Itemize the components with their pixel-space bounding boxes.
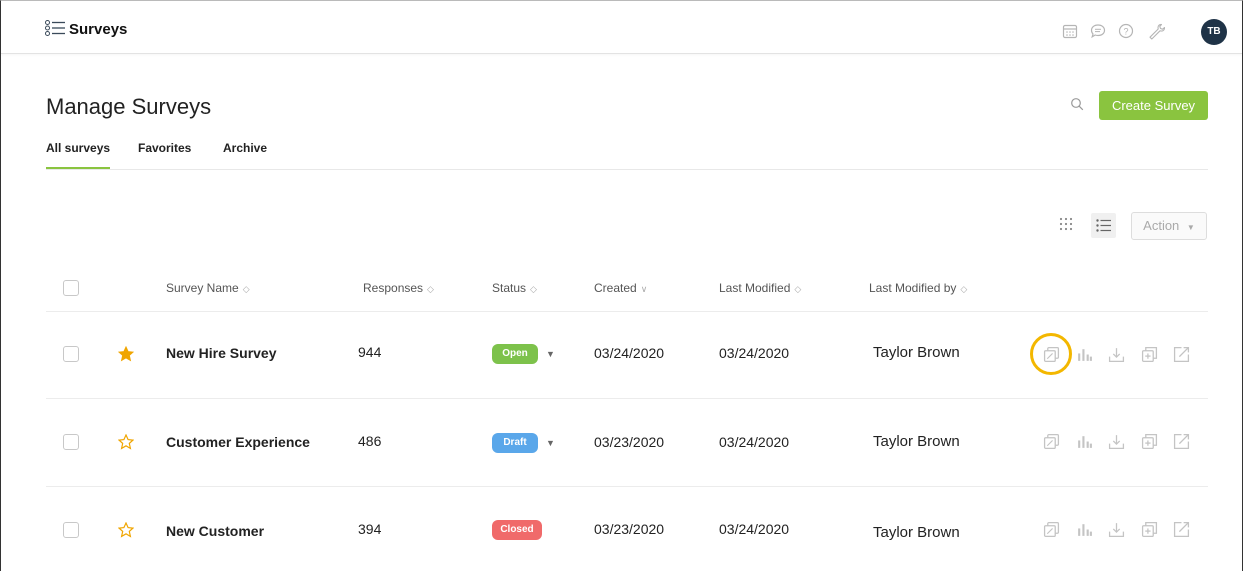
bar-chart-icon[interactable] [1076,346,1093,363]
col-header-created[interactable]: Created ∨ [594,281,647,295]
download-icon[interactable] [1108,433,1125,450]
modified-date: 03/24/2020 [719,521,790,537]
menu-list-icon[interactable] [45,20,65,36]
sort-icon: ◇ [960,284,968,294]
list-view-button[interactable] [1091,213,1116,238]
modified-date: 03/24/2020 [719,434,790,450]
col-header-last-modified-by[interactable]: Last Modified by ◇ [869,281,967,295]
col-header-last-modified[interactable]: Last Modified ◇ [719,281,801,295]
status-badge[interactable]: Closed [492,520,542,540]
select-all-checkbox[interactable] [63,280,79,296]
download-icon[interactable] [1108,521,1125,538]
tab-favorites[interactable]: Favorites [138,141,191,155]
active-tab-indicator [46,167,110,169]
chevron-down-icon[interactable]: ▼ [546,349,555,359]
top-bar: Surveys ? TB [1,1,1242,54]
bar-chart-icon[interactable] [1076,433,1093,450]
survey-name[interactable]: New Customer [166,523,264,539]
created-date: 03/23/2020 [594,521,665,537]
open-external-icon[interactable] [1173,346,1190,363]
grid-view-icon[interactable] [1058,216,1074,232]
svg-text:?: ? [1123,27,1128,37]
calendar-icon[interactable] [1062,23,1078,39]
sort-icon: ◇ [794,284,802,294]
user-avatar[interactable]: TB [1201,19,1227,45]
page-title: Manage Surveys [46,94,212,119]
copy-icon[interactable] [1043,433,1060,450]
add-icon[interactable] [1141,433,1158,450]
app-window: Surveys ? TB Manage Surveys Create Surve… [0,0,1243,571]
download-icon[interactable] [1108,346,1125,363]
action-dropdown[interactable]: Action ▼ [1131,212,1207,240]
modified-by: Taylor Brown [873,344,960,361]
star-icon[interactable] [118,522,134,538]
chevron-down-icon[interactable]: ▼ [546,438,555,448]
survey-name[interactable]: New Hire Survey [166,345,277,361]
sort-desc-icon: ∨ [640,284,648,294]
create-survey-button[interactable]: Create Survey [1099,91,1208,120]
list-view-icon [1096,219,1111,232]
row-checkbox[interactable] [63,522,79,538]
action-label: Action [1143,218,1180,233]
status-badge[interactable]: Draft [492,433,538,453]
modified-by: Taylor Brown [873,524,960,541]
app-title: Surveys [69,21,128,38]
col-header-survey-name[interactable]: Survey Name ◇ [166,281,250,295]
created-date: 03/24/2020 [594,345,665,361]
chat-icon[interactable] [1090,23,1106,39]
sort-icon: ◇ [242,284,250,294]
star-icon[interactable] [118,434,134,450]
chevron-down-icon: ▼ [1186,223,1195,232]
star-icon[interactable] [118,346,134,362]
col-header-status[interactable]: Status ◇ [492,281,537,295]
responses-count: 486 [358,433,382,449]
responses-count: 944 [358,344,382,360]
add-icon[interactable] [1141,521,1158,538]
add-icon[interactable] [1141,346,1158,363]
open-external-icon[interactable] [1173,521,1190,538]
tab-archive[interactable]: Archive [223,141,267,155]
sort-icon: ◇ [530,284,537,294]
created-date: 03/23/2020 [594,434,665,450]
bar-chart-icon[interactable] [1076,521,1093,538]
status-badge[interactable]: Open [492,344,538,364]
modified-date: 03/24/2020 [719,345,790,361]
open-external-icon[interactable] [1173,433,1190,450]
modified-by: Taylor Brown [873,433,960,450]
tab-all-surveys[interactable]: All surveys [46,141,110,155]
highlight-circle [1030,333,1072,375]
row-checkbox[interactable] [63,434,79,450]
survey-name[interactable]: Customer Experience [166,434,310,450]
help-icon[interactable]: ? [1118,23,1134,39]
tabs-divider [46,169,1208,170]
sort-icon: ◇ [427,284,434,294]
col-header-responses[interactable]: Responses ◇ [363,281,434,295]
search-icon[interactable] [1070,97,1084,111]
wrench-icon[interactable] [1148,23,1166,41]
responses-count: 394 [358,521,382,537]
copy-icon[interactable] [1043,521,1060,538]
row-checkbox[interactable] [63,346,79,362]
